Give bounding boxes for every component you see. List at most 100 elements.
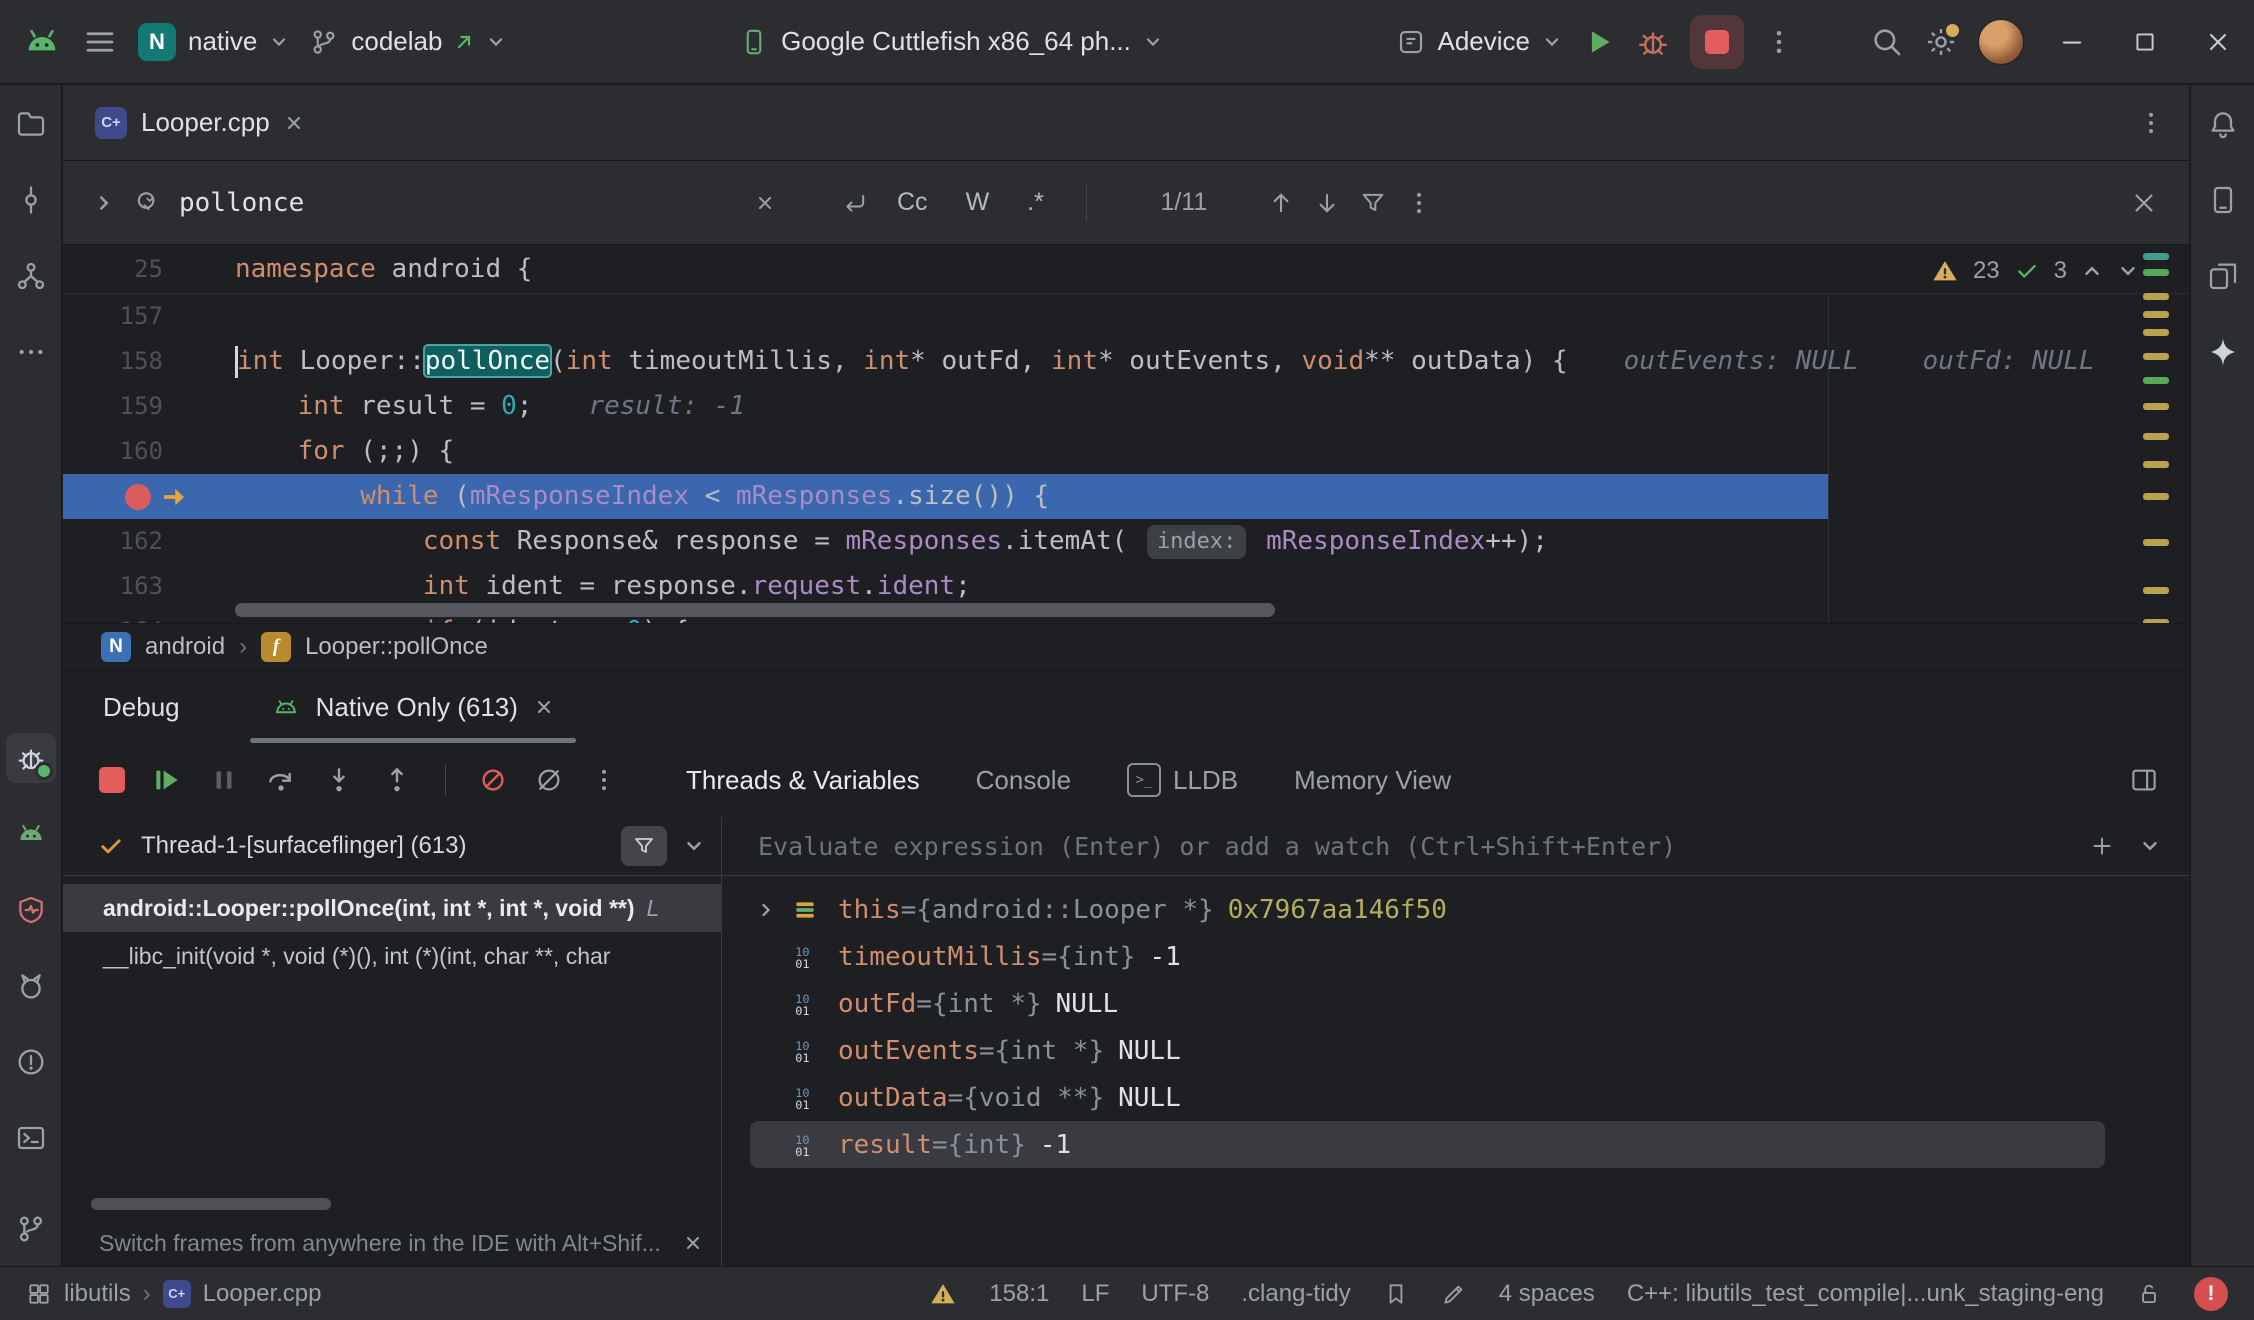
code-line-159[interactable]: 159 int result = 0;result: -1: [63, 384, 2189, 429]
resume-icon[interactable]: [151, 764, 183, 796]
search-everywhere-icon[interactable]: [1870, 25, 1904, 59]
stack-frame[interactable]: android::Looper::pollOnce(int, int *, in…: [63, 884, 721, 932]
status-file[interactable]: Looper.cpp: [203, 1280, 322, 1308]
project-selector[interactable]: N native: [138, 23, 289, 61]
add-watch-icon[interactable]: [2089, 833, 2115, 859]
chevron-down-icon[interactable]: [683, 835, 705, 857]
debug-tool-icon[interactable]: [6, 733, 56, 783]
highlighting-level-icon[interactable]: [1441, 1281, 1467, 1307]
debug-tab-console[interactable]: Console: [976, 765, 1071, 796]
code-line-160[interactable]: 160 for (;;) {: [63, 429, 2189, 474]
breakpoint-icon[interactable]: [125, 484, 151, 510]
search-options-icon[interactable]: [1405, 189, 1433, 217]
step-out-icon[interactable]: [381, 764, 413, 796]
expand-chevron-icon[interactable]: [756, 900, 792, 920]
status-warning-icon[interactable]: [929, 1280, 957, 1308]
user-avatar[interactable]: [1978, 19, 2024, 65]
tab-options-icon[interactable]: [2137, 109, 2165, 137]
regex-toggle[interactable]: .*: [1017, 182, 1054, 223]
whole-words-toggle[interactable]: W: [956, 182, 1000, 223]
code-line-161[interactable]: while (mResponseIndex < mResponses.size(…: [63, 474, 2189, 519]
caret-position[interactable]: 158:1: [989, 1280, 1049, 1308]
gutter-line-160[interactable]: 160: [63, 429, 163, 474]
variable-this[interactable]: this = {android::Looper *}0x7967aa146f50: [722, 886, 2189, 933]
file-encoding[interactable]: UTF-8: [1141, 1280, 1209, 1308]
debug-session-tab[interactable]: Native Only (613): [266, 671, 560, 743]
code-editor[interactable]: 25namespace android {157158int Looper::p…: [63, 245, 2189, 623]
gutter-line-159[interactable]: 159: [63, 384, 163, 429]
notifications-tool-icon[interactable]: [2198, 99, 2248, 149]
previous-match-icon[interactable]: [1267, 189, 1295, 217]
minimize-button[interactable]: [2058, 28, 2086, 56]
step-over-icon[interactable]: [265, 764, 297, 796]
search-filter-icon[interactable]: [1359, 189, 1387, 217]
mute-breakpoints-icon[interactable]: [478, 765, 508, 795]
variable-result[interactable]: 1001result = {int}-1: [750, 1121, 2105, 1168]
more-actions-icon[interactable]: [1764, 27, 1794, 57]
code-line-158[interactable]: 158int Looper::pollOnce(int timeoutMilli…: [63, 339, 2189, 384]
debug-more-icon[interactable]: [590, 766, 618, 794]
lock-icon[interactable]: [2136, 1281, 2162, 1307]
step-into-icon[interactable]: [323, 764, 355, 796]
run-button[interactable]: [1582, 25, 1616, 59]
evaluate-row[interactable]: [722, 817, 2189, 876]
tab-looper-cpp[interactable]: C+ Looper.cpp: [87, 85, 312, 160]
inspections-widget[interactable]: 23 3: [1931, 257, 2139, 285]
gutter-line-158[interactable]: 158: [63, 339, 163, 384]
close-banner-icon[interactable]: [683, 1233, 703, 1253]
more-tool-icon[interactable]: [6, 327, 56, 377]
debug-tab-memory-view[interactable]: Memory View: [1294, 765, 1451, 796]
search-input[interactable]: [177, 187, 741, 219]
device-selector[interactable]: Google Cuttlefish x86_64 ph...: [739, 26, 1163, 57]
variable-timeoutMillis[interactable]: 1001timeoutMillis = {int}-1: [722, 933, 2189, 980]
line-ending[interactable]: LF: [1081, 1280, 1109, 1308]
thread-selector[interactable]: Thread-1-[surfaceflinger] (613): [63, 817, 721, 876]
variable-outEvents[interactable]: 1001outEvents = {int *}NULL: [722, 1027, 2189, 1074]
device-manager-tool-icon[interactable]: [6, 809, 56, 859]
main-menu-icon[interactable]: [82, 24, 118, 60]
evaluate-input[interactable]: [756, 831, 2065, 862]
stack-frame[interactable]: __libc_init(void *, void (*)(), int (*)(…: [63, 932, 721, 980]
gutter-line-164[interactable]: 164: [63, 609, 163, 623]
run-config-selector[interactable]: Adevice: [1396, 26, 1563, 57]
folder-tool-icon[interactable]: [6, 99, 56, 149]
version-control-tool-icon[interactable]: [6, 1204, 56, 1254]
stop-button[interactable]: [1690, 15, 1744, 69]
search-field[interactable]: [133, 187, 823, 219]
breadcrumb-function[interactable]: Looper::pollOnce: [305, 633, 488, 661]
variable-outData[interactable]: 1001outData = {void **}NULL: [722, 1074, 2189, 1121]
layout-settings-icon[interactable]: [2129, 765, 2159, 795]
branch-selector[interactable]: codelab: [309, 26, 506, 57]
stop-process-icon[interactable]: [99, 767, 125, 793]
gutter-line-25[interactable]: 25: [63, 245, 163, 293]
close-session-icon[interactable]: [534, 697, 554, 717]
code-line-162[interactable]: 162 const Response& response = mResponse…: [63, 519, 2189, 564]
terminal-tool-icon[interactable]: [6, 1113, 56, 1163]
newline-toggle-icon[interactable]: [841, 189, 869, 217]
gemini-tool-icon[interactable]: [2198, 327, 2248, 377]
structure-tool-icon[interactable]: [6, 251, 56, 301]
app-quality-insights-tool-icon[interactable]: [6, 885, 56, 935]
running-devices-tool-icon[interactable]: [2198, 251, 2248, 301]
debug-button[interactable]: [1636, 25, 1670, 59]
gutter-line-162[interactable]: 162: [63, 519, 163, 564]
close-button[interactable]: [2204, 28, 2232, 56]
disable-watches-icon[interactable]: [534, 765, 564, 795]
pause-icon[interactable]: [209, 765, 239, 795]
horizontal-scrollbar[interactable]: [235, 603, 1275, 617]
frames-scrollbar[interactable]: [91, 1198, 331, 1210]
clear-search-icon[interactable]: [755, 193, 775, 213]
thread-filter-button[interactable]: [621, 826, 667, 866]
chevron-down-icon[interactable]: [2139, 835, 2161, 857]
logcat-tool-icon[interactable]: [6, 961, 56, 1011]
code-line-157[interactable]: 157: [63, 294, 2189, 339]
problems-tool-icon[interactable]: [6, 1037, 56, 1087]
commit-tool-icon[interactable]: [6, 175, 56, 225]
gutter-line-163[interactable]: 163: [63, 564, 163, 609]
bookmark-icon[interactable]: [1383, 1281, 1409, 1307]
maximize-button[interactable]: [2132, 29, 2158, 55]
expand-search-icon[interactable]: [93, 192, 115, 214]
toolchain-info[interactable]: C++: libutils_test_compile|...unk_stagin…: [1627, 1280, 2104, 1308]
analyzer-status[interactable]: .clang-tidy: [1241, 1280, 1350, 1308]
close-tab-icon[interactable]: [284, 113, 304, 133]
